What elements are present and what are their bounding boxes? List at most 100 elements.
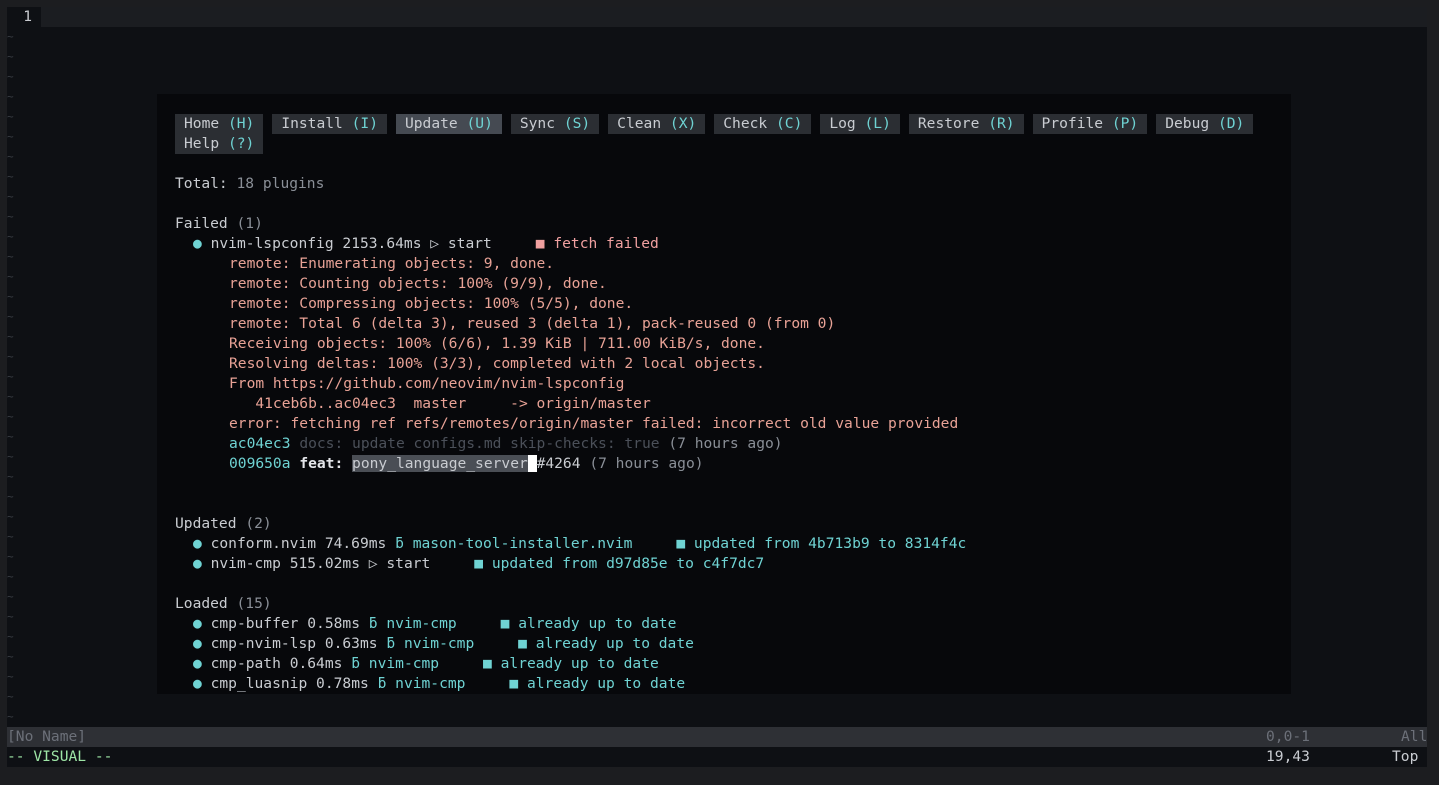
plugin-row-nvim-lspconfig[interactable]: ● nvim-lspconfig 2153.64ms ▷ start ■ fet… <box>193 234 659 254</box>
cursor-line: 1 <box>7 7 1427 27</box>
square-icon: ■ <box>474 555 484 572</box>
tilde-marker: ~ <box>7 610 14 623</box>
menu-button-help[interactable]: Help (?) <box>175 134 264 154</box>
menu-button-debug[interactable]: Debug (D) <box>1156 114 1254 134</box>
plugin-time: 74.69ms <box>324 535 387 552</box>
plugin-status: already up to date <box>518 615 677 632</box>
plugin-icon: ƃ <box>395 535 404 552</box>
plugin-icon: ƃ <box>386 635 396 652</box>
section-updated: Updated (2) <box>175 515 272 532</box>
tilde-marker: ~ <box>7 370 14 383</box>
file-name: [No Name] <box>7 728 87 745</box>
tilde-marker: ~ <box>7 430 14 443</box>
cursor <box>527 455 537 472</box>
plugin-status: updated from 4b713b9 to 8314f4c <box>693 535 967 552</box>
git-log-line: Resolving deltas: 100% (3/3), completed … <box>229 355 765 372</box>
menu-button-log[interactable]: Log (L) <box>820 114 900 134</box>
tilde-marker: ~ <box>7 190 14 203</box>
menu-button-update[interactable]: Update (U) <box>395 114 502 134</box>
plugin-row[interactable]: ● conform.nvim 74.69ms ƃ mason-tool-inst… <box>193 534 966 554</box>
bullet-icon: ● <box>193 655 202 672</box>
menu-button-sync[interactable]: Sync (S) <box>510 114 600 134</box>
square-icon: ■ <box>483 655 492 672</box>
tilde-marker: ~ <box>7 170 14 183</box>
square-icon: ■ <box>535 235 545 252</box>
plugin-row[interactable]: ● cmp-buffer 0.58ms ƃ nvim-cmp ■ already… <box>193 614 676 634</box>
tilde-marker: ~ <box>7 330 14 343</box>
commit-row[interactable]: ac04ec3 docs: update configs.md skip-che… <box>229 434 783 454</box>
plugin-icon: ƃ <box>377 675 387 692</box>
tilde-marker: ~ <box>7 90 14 103</box>
tilde-marker: ~ <box>7 230 14 243</box>
tilde-marker: ~ <box>7 510 14 523</box>
menu-key: (P) <box>1111 115 1139 132</box>
tilde-marker: ~ <box>7 470 14 483</box>
bullet-icon: ● <box>193 235 202 252</box>
menu-button-clean[interactable]: Clean (X) <box>608 114 706 134</box>
menu-label: Update <box>404 115 458 132</box>
tilde-marker: ~ <box>7 310 14 323</box>
tilde-marker: ~ <box>7 410 14 423</box>
menu-key: (I) <box>351 115 378 132</box>
line-number: 1 <box>7 7 41 27</box>
tilde-marker: ~ <box>7 390 14 403</box>
menu-label: Debug <box>1165 115 1210 132</box>
menu-key: (S) <box>563 115 591 132</box>
git-log-line: remote: Compressing objects: 100% (5/5),… <box>229 295 634 312</box>
tilde-marker: ~ <box>7 290 14 303</box>
commit-row[interactable]: 009650a feat: pony_language_server #4264… <box>229 454 704 474</box>
menu-label: Install <box>281 115 343 132</box>
plugin-status: already up to date <box>526 675 686 692</box>
tilde-marker: ~ <box>7 650 14 663</box>
tilde-marker: ~ <box>7 130 14 143</box>
plugin-row[interactable]: ● cmp-nvim-lsp 0.63ms ƃ nvim-cmp ■ alrea… <box>193 634 694 654</box>
plugin-icon: ƃ <box>351 655 360 672</box>
git-log-line: remote: Total 6 (delta 3), reused 3 (del… <box>229 315 836 332</box>
plugin-row[interactable]: ● nvim-cmp 515.02ms ▷ start ■ updated fr… <box>193 554 764 574</box>
square-icon: ■ <box>509 675 519 692</box>
editor-buffer[interactable]: 1 ~ ~ ~ ~ ~ ~ ~ ~ ~ ~ ~ ~ ~ ~ ~ ~ ~ ~ ~ ~ ~ ~ ~ ~ ~ ~ ~ ~ ~ ~ ~ ~ ~ ~ ~ Ho… <box>7 7 1427 727</box>
tilde-marker: ~ <box>7 30 14 43</box>
tilde-marker: ~ <box>7 490 14 503</box>
menu-button-install[interactable]: Install (I) <box>272 114 387 134</box>
ruler-position: 19,43 <box>1266 748 1310 765</box>
lazy-plugin-window: Home (H) Install (I) Update (U) Sync (S) Cle… <box>157 94 1291 694</box>
git-log-line: remote: Counting objects: 100% (9/9), do… <box>229 275 607 292</box>
menu-button-profile[interactable]: Profile (P) <box>1032 114 1148 134</box>
menu-key: (C) <box>776 115 803 132</box>
tilde-marker: ~ <box>7 530 14 543</box>
tilde-marker: ~ <box>7 110 14 123</box>
menu-button-home[interactable]: Home (H) <box>175 114 264 134</box>
menu-label: Sync <box>519 115 556 132</box>
cursor-position: 0,0-1 <box>1266 728 1310 745</box>
plugin-name: nvim-cmp <box>210 555 281 572</box>
plugin-time: 0.58ms <box>307 615 360 632</box>
total-line: Total: 18 plugins <box>175 175 325 192</box>
plugin-time: 0.78ms <box>316 675 369 692</box>
mode-indicator: -- VISUAL -- <box>7 748 113 765</box>
menu-key: (X) <box>669 115 697 132</box>
plugin-row[interactable]: ● cmp-path 0.64ms ƃ nvim-cmp ■ already u… <box>193 654 659 674</box>
plugin-status: already up to date <box>535 635 694 652</box>
plugin-source: nvim-cmp <box>403 635 475 652</box>
menu-label: Check <box>723 115 768 132</box>
plugin-status: updated from d97d85e to c4f7dc7 <box>491 555 765 572</box>
section-loaded: Loaded (15) <box>175 595 272 612</box>
menu-label: Restore <box>917 115 980 132</box>
menu-key: (R) <box>988 115 1015 132</box>
tilde-marker: ~ <box>7 590 14 603</box>
tilde-marker: ~ <box>7 570 14 583</box>
menu-button-restore[interactable]: Restore (R) <box>908 114 1024 134</box>
plugin-time: 0.64ms <box>289 655 343 672</box>
square-icon: ■ <box>518 635 527 652</box>
tilde-marker: ~ <box>7 50 14 63</box>
square-icon: ■ <box>500 615 510 632</box>
command-line[interactable]: -- VISUAL -- 19,43 Top <box>7 747 1427 767</box>
tilde-marker: ~ <box>7 690 14 703</box>
git-log-line: remote: Enumerating objects: 9, done. <box>229 255 555 272</box>
git-log-line: Receiving objects: 100% (6/6), 1.39 KiB … <box>229 335 765 352</box>
plugin-time: 0.63ms <box>324 635 378 652</box>
menu-button-check[interactable]: Check (C) <box>714 114 812 134</box>
plugin-name: cmp_luasnip <box>210 675 308 692</box>
plugin-row[interactable]: ● cmp_luasnip 0.78ms ƃ nvim-cmp ■ alread… <box>193 674 685 694</box>
